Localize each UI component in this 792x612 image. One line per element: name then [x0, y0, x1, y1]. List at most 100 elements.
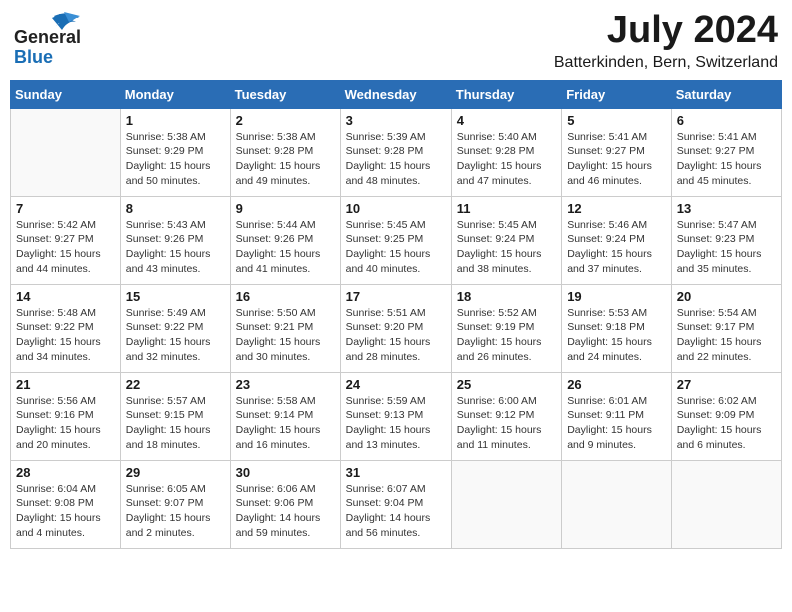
logo-general: General	[14, 28, 81, 48]
day-info: Sunrise: 5:43 AMSunset: 9:26 PMDaylight:…	[126, 218, 225, 277]
day-number: 30	[236, 465, 335, 480]
calendar-cell: 12 Sunrise: 5:46 AMSunset: 9:24 PMDayligh…	[562, 196, 672, 284]
calendar-cell: 23Sunrise: 5:58 AMSunset: 9:14 PMDayligh…	[230, 372, 340, 460]
day-info: Sunrise: 6:00 AMSunset: 9:12 PMDaylight:…	[457, 394, 556, 453]
calendar-cell: 1Sunrise: 5:38 AMSunset: 9:29 PMDaylight…	[120, 108, 230, 196]
day-info: Sunrise: 5:50 AMSunset: 9:21 PMDaylight:…	[236, 306, 335, 365]
day-header-wednesday: Wednesday	[340, 80, 451, 108]
calendar-cell: 21Sunrise: 5:56 AMSunset: 9:16 PMDayligh…	[11, 372, 121, 460]
calendar-cell: 13 Sunrise: 5:47 AMSunset: 9:23 PMDayligh…	[671, 196, 781, 284]
calendar-cell: 7Sunrise: 5:42 AMSunset: 9:27 PMDaylight…	[11, 196, 121, 284]
day-header-sunday: Sunday	[11, 80, 121, 108]
day-info: Sunrise: 5:48 AMSunset: 9:22 PMDaylight:…	[16, 306, 115, 365]
week-row-1: 1Sunrise: 5:38 AMSunset: 9:29 PMDaylight…	[11, 108, 782, 196]
day-number: 4	[457, 113, 556, 128]
day-number: 21	[16, 377, 115, 392]
day-number: 16	[236, 289, 335, 304]
day-number: 15	[126, 289, 225, 304]
day-info: Sunrise: 5:53 AMSunset: 9:18 PMDaylight:…	[567, 306, 666, 365]
week-row-4: 21Sunrise: 5:56 AMSunset: 9:16 PMDayligh…	[11, 372, 782, 460]
calendar-cell: 4Sunrise: 5:40 AMSunset: 9:28 PMDaylight…	[451, 108, 561, 196]
calendar-cell: 30Sunrise: 6:06 AMSunset: 9:06 PMDayligh…	[230, 460, 340, 548]
day-info: Sunrise: 5:59 AMSunset: 9:13 PMDaylight:…	[346, 394, 446, 453]
calendar-cell: 6Sunrise: 5:41 AMSunset: 9:27 PMDaylight…	[671, 108, 781, 196]
day-info: Sunrise: 6:07 AMSunset: 9:04 PMDaylight:…	[346, 482, 446, 541]
calendar-cell: 24 Sunrise: 5:59 AMSunset: 9:13 PMDayligh…	[340, 372, 451, 460]
title-area: July 2024 Batterkinden, Bern, Switzerlan…	[554, 10, 778, 72]
logo-blue: Blue	[14, 48, 81, 68]
day-info: Sunrise: 5:45 AMSunset: 9:24 PMDaylight:…	[457, 218, 556, 277]
day-info: Sunrise: 5:39 AMSunset: 9:28 PMDaylight:…	[346, 130, 446, 189]
day-number: 8	[126, 201, 225, 216]
day-info: Sunrise: 5:41 AMSunset: 9:27 PMDaylight:…	[567, 130, 666, 189]
calendar-cell: 11 Sunrise: 5:45 AMSunset: 9:24 PMDayligh…	[451, 196, 561, 284]
day-info: Sunrise: 6:01 AMSunset: 9:11 PMDaylight:…	[567, 394, 666, 453]
day-info: Sunrise: 5:49 AMSunset: 9:22 PMDaylight:…	[126, 306, 225, 365]
day-info: Sunrise: 5:46 AMSunset: 9:24 PMDaylight:…	[567, 218, 666, 277]
days-header-row: SundayMondayTuesdayWednesdayThursdayFrid…	[11, 80, 782, 108]
day-info: Sunrise: 5:45 AMSunset: 9:25 PMDaylight:…	[346, 218, 446, 277]
calendar-cell: 18 Sunrise: 5:52 AMSunset: 9:19 PMDayligh…	[451, 284, 561, 372]
day-number: 26	[567, 377, 666, 392]
day-number: 7	[16, 201, 115, 216]
day-number: 14	[16, 289, 115, 304]
calendar-cell	[562, 460, 672, 548]
calendar-cell: 19Sunrise: 5:53 AMSunset: 9:18 PMDayligh…	[562, 284, 672, 372]
day-info: Sunrise: 6:05 AMSunset: 9:07 PMDaylight:…	[126, 482, 225, 541]
calendar-cell	[451, 460, 561, 548]
day-number: 11	[457, 201, 556, 216]
day-number: 29	[126, 465, 225, 480]
calendar-cell: 3 Sunrise: 5:39 AMSunset: 9:28 PMDaylight…	[340, 108, 451, 196]
day-info: Sunrise: 5:51 AMSunset: 9:20 PMDaylight:…	[346, 306, 446, 365]
day-number: 22	[126, 377, 225, 392]
day-header-saturday: Saturday	[671, 80, 781, 108]
day-header-monday: Monday	[120, 80, 230, 108]
day-number: 27	[677, 377, 776, 392]
day-info: Sunrise: 5:54 AMSunset: 9:17 PMDaylight:…	[677, 306, 776, 365]
day-info: Sunrise: 5:57 AMSunset: 9:15 PMDaylight:…	[126, 394, 225, 453]
day-info: Sunrise: 5:44 AMSunset: 9:26 PMDaylight:…	[236, 218, 335, 277]
calendar-cell: 27 Sunrise: 6:02 AMSunset: 9:09 PMDayligh…	[671, 372, 781, 460]
day-info: Sunrise: 5:47 AMSunset: 9:23 PMDaylight:…	[677, 218, 776, 277]
calendar-cell: 14 Sunrise: 5:48 AMSunset: 9:22 PMDayligh…	[11, 284, 121, 372]
day-number: 10	[346, 201, 446, 216]
location: Batterkinden, Bern, Switzerland	[554, 54, 778, 72]
day-number: 20	[677, 289, 776, 304]
logo: General Blue	[14, 10, 84, 60]
calendar-cell: 10 Sunrise: 5:45 AMSunset: 9:25 PMDayligh…	[340, 196, 451, 284]
week-row-5: 28 Sunrise: 6:04 AMSunset: 9:08 PMDayligh…	[11, 460, 782, 548]
month-year: July 2024	[554, 10, 778, 52]
day-number: 12	[567, 201, 666, 216]
calendar-cell: 28 Sunrise: 6:04 AMSunset: 9:08 PMDayligh…	[11, 460, 121, 548]
day-header-thursday: Thursday	[451, 80, 561, 108]
day-number: 6	[677, 113, 776, 128]
day-number: 18	[457, 289, 556, 304]
day-info: Sunrise: 6:04 AMSunset: 9:08 PMDaylight:…	[16, 482, 115, 541]
day-info: Sunrise: 6:02 AMSunset: 9:09 PMDaylight:…	[677, 394, 776, 453]
day-number: 28	[16, 465, 115, 480]
calendar-cell: 9 Sunrise: 5:44 AMSunset: 9:26 PMDaylight…	[230, 196, 340, 284]
day-number: 31	[346, 465, 446, 480]
day-number: 13	[677, 201, 776, 216]
day-number: 3	[346, 113, 446, 128]
calendar-cell: 29 Sunrise: 6:05 AMSunset: 9:07 PMDayligh…	[120, 460, 230, 548]
day-number: 5	[567, 113, 666, 128]
calendar-cell: 22 Sunrise: 5:57 AMSunset: 9:15 PMDayligh…	[120, 372, 230, 460]
day-number: 24	[346, 377, 446, 392]
day-header-friday: Friday	[562, 80, 672, 108]
calendar-cell	[11, 108, 121, 196]
day-number: 2	[236, 113, 335, 128]
day-number: 9	[236, 201, 335, 216]
day-info: Sunrise: 5:38 AMSunset: 9:29 PMDaylight:…	[126, 130, 225, 189]
week-row-2: 7Sunrise: 5:42 AMSunset: 9:27 PMDaylight…	[11, 196, 782, 284]
calendar-cell: 26 Sunrise: 6:01 AMSunset: 9:11 PMDayligh…	[562, 372, 672, 460]
calendar-cell: 17 Sunrise: 5:51 AMSunset: 9:20 PMDayligh…	[340, 284, 451, 372]
day-number: 17	[346, 289, 446, 304]
calendar-cell: 5 Sunrise: 5:41 AMSunset: 9:27 PMDaylight…	[562, 108, 672, 196]
day-number: 25	[457, 377, 556, 392]
calendar-table: SundayMondayTuesdayWednesdayThursdayFrid…	[10, 80, 782, 549]
day-info: Sunrise: 5:52 AMSunset: 9:19 PMDaylight:…	[457, 306, 556, 365]
calendar-cell: 25 Sunrise: 6:00 AMSunset: 9:12 PMDayligh…	[451, 372, 561, 460]
calendar-cell: 31 Sunrise: 6:07 AMSunset: 9:04 PMDayligh…	[340, 460, 451, 548]
calendar-cell	[671, 460, 781, 548]
